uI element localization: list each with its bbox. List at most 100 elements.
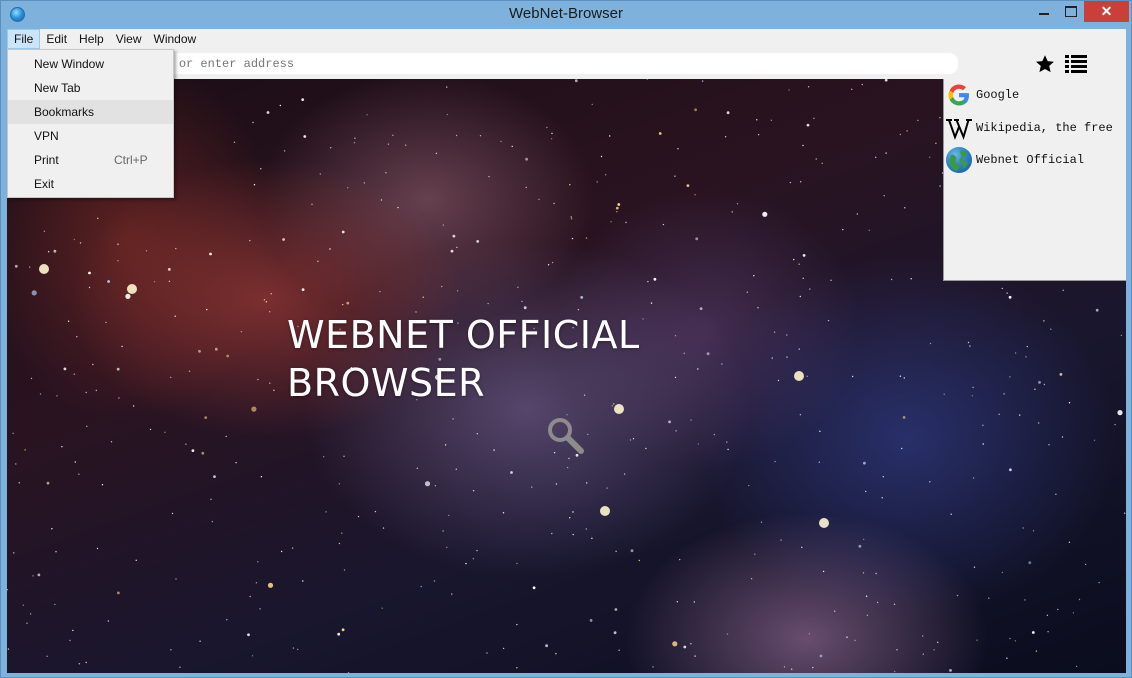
star <box>1038 381 1041 384</box>
star <box>780 539 782 541</box>
star <box>754 553 756 555</box>
bookmarks-list-icon[interactable] <box>1065 54 1087 74</box>
star <box>247 633 250 637</box>
star <box>269 311 271 313</box>
star <box>574 79 578 83</box>
star <box>1059 373 1063 376</box>
star <box>13 552 15 554</box>
star <box>225 435 227 438</box>
star <box>1014 352 1017 354</box>
star <box>175 247 177 250</box>
star <box>1019 414 1021 416</box>
menu-item-label: New Window <box>34 57 105 71</box>
star <box>1022 527 1024 529</box>
menu-view[interactable]: View <box>110 29 148 49</box>
star <box>420 585 422 588</box>
menu-help[interactable]: Help <box>73 29 110 49</box>
star <box>531 486 533 488</box>
star <box>788 89 790 91</box>
star <box>819 654 823 658</box>
bookmark-wikipedia[interactable]: Wikipedia, the free <box>944 112 1126 144</box>
bookmarks-panel: Google Wikipedia, the free Webnet Offici… <box>943 79 1126 281</box>
star <box>486 652 488 654</box>
star <box>883 195 885 197</box>
star <box>606 487 608 489</box>
star <box>809 288 811 290</box>
star <box>353 142 356 144</box>
menu-file[interactable]: File <box>7 29 41 49</box>
star <box>617 203 621 206</box>
star <box>260 476 263 478</box>
star <box>982 424 984 426</box>
star <box>998 413 1000 415</box>
bookmark-google[interactable]: Google <box>944 79 1126 111</box>
browser-window: WebNet-Browser ✕ File Edit Help View Win… <box>0 0 1132 678</box>
print-shortcut: Ctrl+P <box>114 153 148 167</box>
search-icon[interactable] <box>545 415 585 455</box>
star <box>342 303 344 306</box>
star-icon[interactable] <box>1034 53 1056 75</box>
star <box>868 229 870 231</box>
menu-item-new-tab[interactable]: New Tab <box>8 76 173 100</box>
star <box>724 136 727 138</box>
star <box>686 184 690 187</box>
star <box>72 629 74 632</box>
star <box>937 641 939 643</box>
star <box>1025 356 1027 358</box>
star <box>465 562 467 565</box>
star <box>786 356 788 358</box>
star <box>516 667 518 669</box>
star <box>854 639 856 642</box>
star <box>1009 376 1011 378</box>
star <box>32 575 34 577</box>
star <box>982 443 984 445</box>
star <box>618 649 620 651</box>
menu-edit[interactable]: Edit <box>40 29 73 49</box>
star <box>862 572 865 574</box>
star <box>73 373 76 375</box>
star <box>842 228 844 231</box>
star <box>1055 493 1057 495</box>
maximize-button[interactable] <box>1057 1 1083 22</box>
menu-item-vpn[interactable]: VPN <box>8 124 173 148</box>
star <box>753 275 755 277</box>
menu-item-exit[interactable]: Exit <box>8 172 173 196</box>
menu-window[interactable]: Window <box>148 29 203 49</box>
star <box>727 448 729 451</box>
menu-item-bookmarks[interactable]: Bookmarks <box>8 100 173 124</box>
star <box>935 142 937 144</box>
star <box>210 498 212 500</box>
star <box>86 425 88 427</box>
star <box>118 397 120 399</box>
menu-item-new-window[interactable]: New Window <box>8 52 173 76</box>
star <box>51 528 53 530</box>
star <box>61 446 63 448</box>
menu-item-print[interactable]: Print Ctrl+P <box>8 148 173 172</box>
minimize-button[interactable] <box>1031 1 1057 22</box>
star <box>135 559 137 561</box>
close-button[interactable]: ✕ <box>1084 1 1129 22</box>
star <box>545 644 548 648</box>
bookmark-webnet[interactable]: Webnet Official <box>944 144 1126 176</box>
hero-title-line2: BROWSER <box>287 361 485 405</box>
star <box>650 302 653 304</box>
star <box>679 558 681 561</box>
star <box>67 320 70 322</box>
star <box>107 280 110 283</box>
star <box>422 296 424 298</box>
star <box>851 375 854 378</box>
star <box>1001 571 1004 574</box>
star <box>472 490 475 492</box>
star <box>757 307 759 309</box>
star <box>29 266 31 268</box>
star <box>7 648 10 650</box>
star <box>69 639 71 642</box>
star <box>53 249 57 253</box>
star <box>1014 640 1017 642</box>
star <box>301 98 305 101</box>
star <box>806 123 810 127</box>
star <box>609 135 611 137</box>
title-bar[interactable]: WebNet-Browser ✕ <box>1 1 1131 29</box>
star <box>255 582 258 584</box>
star <box>235 462 237 464</box>
